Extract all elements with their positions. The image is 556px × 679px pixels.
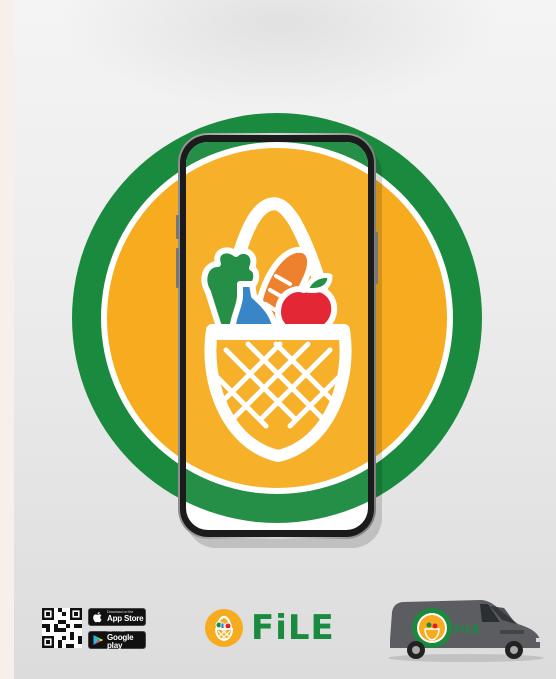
qr-code[interactable] bbox=[42, 608, 82, 648]
delivery-van-image: FiLE bbox=[388, 600, 544, 662]
app-store-badge[interactable]: Download on the App Store bbox=[88, 608, 146, 626]
basket-logo-icon bbox=[205, 609, 243, 647]
hero-illustration bbox=[72, 113, 482, 548]
brand-name: FiLE bbox=[251, 608, 335, 648]
google-play-badge[interactable]: GET IT ON Google play bbox=[88, 630, 146, 650]
google-play-label: Google play bbox=[107, 632, 134, 650]
app-store-label: App Store bbox=[107, 613, 144, 623]
brand-logo: FiLE bbox=[204, 606, 335, 650]
apple-icon bbox=[93, 612, 102, 623]
van-brand-name: FiLE bbox=[454, 623, 480, 636]
google-play-icon bbox=[93, 635, 104, 645]
